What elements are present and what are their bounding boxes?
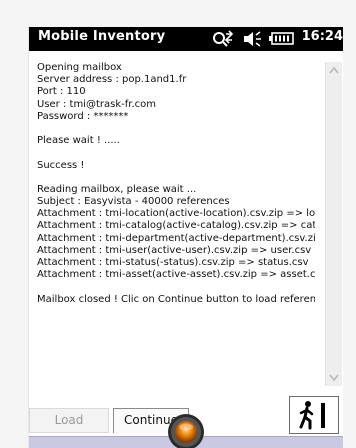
log-line: Attachment : tmi-asset(active-asset).csv… <box>37 269 315 281</box>
log-line: Opening mailbox <box>37 62 122 73</box>
log-line: Attachment : tmi-catalog(active-catalog)… <box>37 220 315 232</box>
log-line: Success ! <box>37 159 85 171</box>
log-line: Attachment : tmi-department(active-depar… <box>37 232 315 244</box>
log-line: Attachment : tmi-location(active-locatio… <box>37 208 315 220</box>
load-button[interactable]: Load <box>29 408 109 433</box>
log-line: Port : 110 <box>37 86 86 98</box>
log-line: Reading mailbox, please wait ... <box>37 183 197 195</box>
log-output[interactable]: Opening mailbox Server address : pop.1and… <box>37 62 315 386</box>
connectivity-icon[interactable] <box>211 30 234 53</box>
scroll-up-icon[interactable] <box>329 66 339 74</box>
exit-button[interactable] <box>289 396 339 434</box>
vertical-scrollbar[interactable] <box>325 62 342 386</box>
clock: 16:24 <box>301 29 343 44</box>
speaker-icon[interactable] <box>243 30 263 53</box>
exit-running-man-icon <box>299 400 331 435</box>
log-line: Please wait ! ..... <box>37 135 120 147</box>
log-line: Attachment : tmi-user(active-user).csv.z… <box>37 244 312 256</box>
log-line: Subject : Easyvista - 40000 references <box>37 196 230 208</box>
start-orb-icon[interactable] <box>167 413 205 448</box>
scroll-down-icon[interactable] <box>329 374 339 382</box>
log-line: Mailbox closed ! Clic on Continue button… <box>37 293 315 305</box>
device-screen: Mobile Inventory 16:24 Opening mailbox S… <box>28 27 343 448</box>
log-line: Password : ******* <box>37 110 129 122</box>
log-line: User : tmi@trask-fr.com <box>37 98 156 110</box>
log-line: Server address : pop.1and1.fr <box>37 74 187 86</box>
battery-icon[interactable] <box>269 30 295 53</box>
log-line: Attachment : tmi-status(-status).csv.zip… <box>37 257 309 268</box>
app-title: Mobile Inventory <box>38 29 166 44</box>
title-bar: Mobile Inventory 16:24 <box>29 27 343 51</box>
